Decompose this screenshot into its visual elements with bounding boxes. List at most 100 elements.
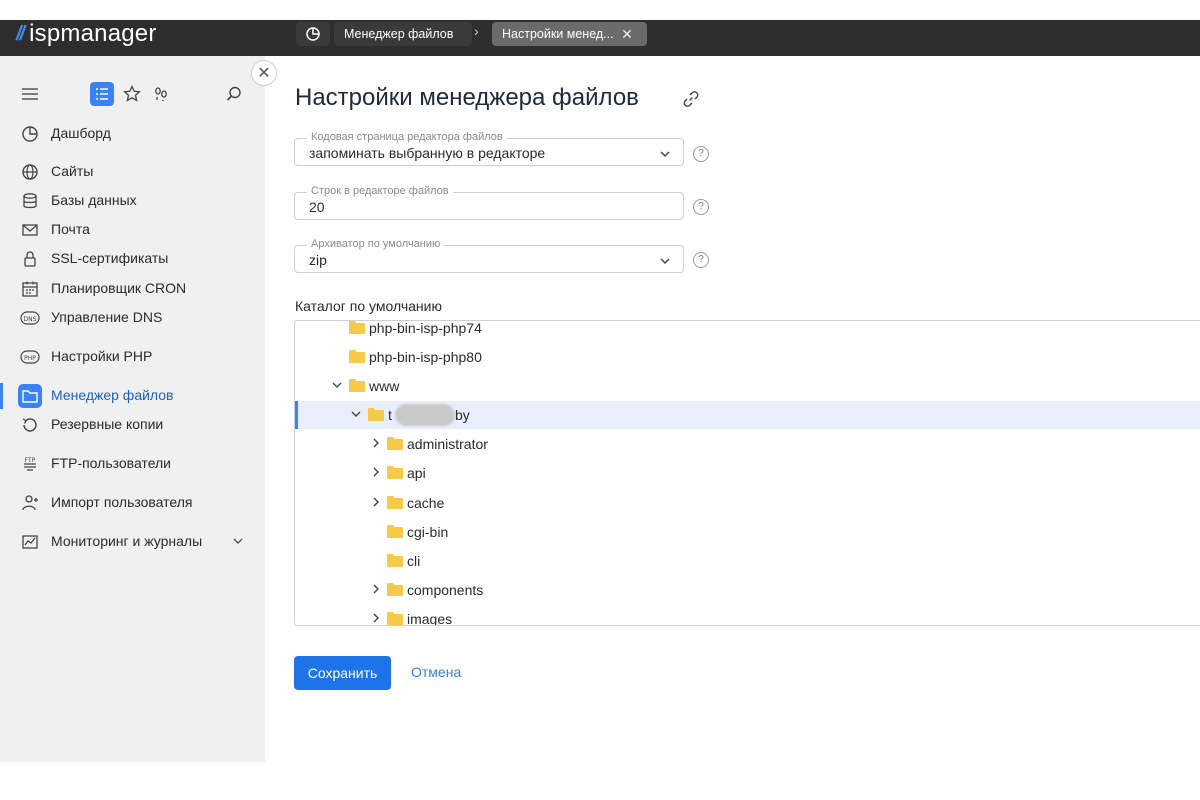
breadcrumb-dashboard-icon[interactable] [296,22,330,46]
menu-icon[interactable] [18,82,42,106]
sidebar-item-label: Настройки PHP [51,348,153,364]
archiver-value: zip [309,252,327,268]
folder-icon [349,379,365,392]
chevron-down-icon [659,254,671,272]
logo-mark-icon: // [16,22,25,45]
sidebar-close-icon[interactable]: ✕ [251,60,277,86]
tree-item-name: php-bin-isp-php80 [369,349,482,365]
database-icon [20,191,40,211]
chevron-down-icon[interactable] [232,534,244,552]
directory-tree[interactable]: php-bin-isp-php74 php-bin-isp-php80 www … [294,320,1200,626]
help-icon[interactable]: ? [693,252,709,268]
breadcrumb-close-icon[interactable]: ✕ [617,22,637,46]
chevron-down-icon[interactable] [332,380,342,390]
sidebar-item-user-import[interactable]: Импорт пользователя [0,490,265,516]
sidebar-item-dashboard[interactable]: Дашборд [0,121,265,147]
tree-item-name-suffix: by [455,407,470,423]
chevron-right-icon[interactable] [371,438,381,448]
sidebar-toolbar [0,78,265,110]
sidebar-item-ftp[interactable]: FTP FTP-пользователи [0,451,265,477]
tree-row[interactable]: cache [295,489,1200,517]
logo[interactable]: // ispmanager [16,20,157,48]
sidebar-item-label: Импорт пользователя [51,494,193,510]
sidebar-item-databases[interactable]: Базы данных [0,188,265,214]
tree-row[interactable]: php-bin-isp-php74 [295,321,1200,342]
footprints-icon[interactable] [149,82,173,106]
redacted-mask [395,404,455,426]
tree-item-name: cli [407,553,421,569]
top-bar: // ispmanager Менеджер файлов › Настройк… [0,20,1200,56]
breadcrumb-file-manager[interactable]: Менеджер файлов [334,22,472,46]
globe-icon [20,162,40,182]
tree-row[interactable]: www [295,372,1200,400]
folder-icon [349,321,365,334]
sidebar-item-label: Базы данных [51,192,137,208]
sidebar-item-sites[interactable]: Сайты [0,159,265,185]
sidebar-item-ssl[interactable]: SSL-сертификаты [0,246,265,272]
folder-icon [387,583,403,596]
chevron-down-icon [659,147,671,165]
link-icon[interactable] [682,90,700,113]
sidebar-item-cron[interactable]: Планировщик CRON [0,276,265,302]
help-icon[interactable]: ? [693,146,709,162]
tree-row[interactable]: cgi-bin [295,518,1200,546]
selection-indicator [295,401,298,429]
folder-icon [387,612,403,625]
dns-icon: DNS [20,308,40,328]
breadcrumb-separator-icon: › [474,23,479,39]
list-view-icon[interactable] [90,82,114,106]
chevron-right-icon[interactable] [371,467,381,477]
editor-lines-label: Строк в редакторе файлов [307,185,453,197]
sidebar-item-monitoring[interactable]: Мониторинг и журналы [0,529,265,555]
sidebar: Дашборд Сайты Базы данных Почта SSL-серт… [0,56,265,762]
codepage-select[interactable]: Кодовая страница редактора файлов запоми… [294,131,684,166]
sidebar-item-php[interactable]: PHP Настройки PHP [0,344,265,370]
folder-icon [368,408,384,421]
tree-row[interactable]: cli [295,547,1200,575]
chevron-right-icon[interactable] [371,613,381,623]
tree-item-name: administrator [407,436,488,452]
chevron-down-icon[interactable] [351,409,361,419]
svg-text:FTP: FTP [25,457,36,464]
tree-item-name: api [407,465,426,481]
sidebar-item-label: SSL-сертификаты [51,250,169,266]
dashboard-icon [20,124,40,144]
php-icon: PHP [20,347,40,367]
sidebar-item-backups[interactable]: Резервные копии [0,412,265,438]
cancel-button[interactable]: Отмена [411,664,461,680]
tree-item-name: images [407,611,453,626]
tree-row[interactable]: php-bin-isp-php80 [295,343,1200,371]
archiver-label: Архиватор по умолчанию [307,238,445,250]
star-icon[interactable] [120,82,144,106]
sidebar-item-label: Мониторинг и журналы [51,533,203,549]
search-icon[interactable] [222,82,246,106]
user-import-icon [20,493,40,513]
chevron-right-icon[interactable] [371,584,381,594]
save-button[interactable]: Сохранить [294,656,391,690]
folder-icon [387,466,403,479]
tree-row-selected[interactable]: t by [295,401,1200,429]
svg-text:DNS: DNS [24,316,37,323]
editor-lines-input[interactable]: Строк в редакторе файлов 20 [294,185,684,220]
sidebar-item-file-manager[interactable]: Менеджер файлов [0,383,265,409]
folder-icon [387,437,403,450]
chevron-right-icon[interactable] [371,497,381,507]
tree-row[interactable]: administrator [295,430,1200,458]
tree-row[interactable]: api [295,459,1200,487]
tree-row[interactable]: images [295,605,1200,626]
calendar-icon [20,279,40,299]
sidebar-item-mail[interactable]: Почта [0,217,265,243]
default-directory-label: Каталог по умолчанию [295,298,442,314]
sidebar-item-dns[interactable]: DNS Управление DNS [0,305,265,331]
archiver-select[interactable]: Архиватор по умолчанию zip [294,238,684,273]
tree-row[interactable]: components [295,576,1200,604]
folder-icon [387,496,403,509]
sidebar-item-label: Менеджер файлов [51,387,174,403]
sidebar-item-label: Дашборд [51,125,111,141]
help-icon[interactable]: ? [693,199,709,215]
tree-item-name: www [369,378,400,394]
ftp-icon: FTP [20,454,40,474]
svg-text:PHP: PHP [24,355,36,362]
logo-text: ispmanager [29,20,157,47]
page-title: Настройки менеджера файлов [295,84,639,111]
